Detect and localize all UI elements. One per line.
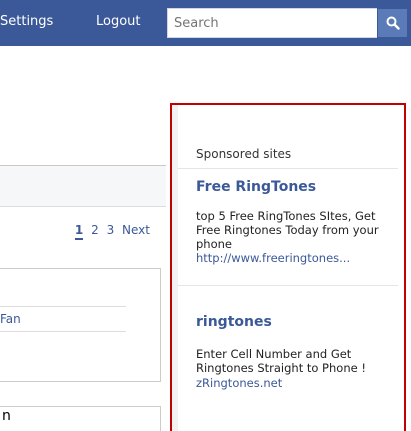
partial-text: n <box>2 408 11 424</box>
page-link-3[interactable]: 3 <box>107 223 115 237</box>
ad-description: top 5 Free RingTones SItes, Get Free Rin… <box>196 209 379 251</box>
search-icon <box>386 16 400 30</box>
ad-description: Enter Cell Number and Get Ringtones Stra… <box>196 347 366 375</box>
left-card-bottom <box>0 406 161 431</box>
page: Settings Logout 1 2 3 Next Fan n Sponsor… <box>0 0 411 431</box>
sponsored-title: Sponsored sites <box>196 147 292 161</box>
sponsored-stripe <box>172 105 178 431</box>
ad-title[interactable]: ringtones <box>196 314 272 330</box>
ad-title[interactable]: Free RingTones <box>196 179 316 195</box>
settings-link[interactable]: Settings <box>0 14 53 29</box>
search-input[interactable] <box>167 8 377 38</box>
card-divider <box>0 306 126 307</box>
sponsored-panel: Sponsored sites Free RingTones top 5 Fre… <box>170 103 406 431</box>
page-link-2[interactable]: 2 <box>91 223 99 237</box>
search-button[interactable] <box>377 8 408 38</box>
ad-url[interactable]: zRingtones.net <box>196 376 402 390</box>
sponsored-divider <box>178 285 398 286</box>
card-divider <box>0 331 126 332</box>
sponsored-divider <box>178 168 398 169</box>
page-link-1[interactable]: 1 <box>74 223 84 240</box>
left-panel-header <box>0 165 166 207</box>
left-card: Fan <box>0 268 161 382</box>
logout-link[interactable]: Logout <box>96 14 141 29</box>
pager: 1 2 3 Next <box>0 223 166 249</box>
fan-link[interactable]: Fan <box>0 312 21 326</box>
ad-url[interactable]: http://www.freeringtones... <box>196 251 402 265</box>
next-page-link[interactable]: Next <box>122 223 150 237</box>
top-bar: Settings Logout <box>0 0 411 52</box>
